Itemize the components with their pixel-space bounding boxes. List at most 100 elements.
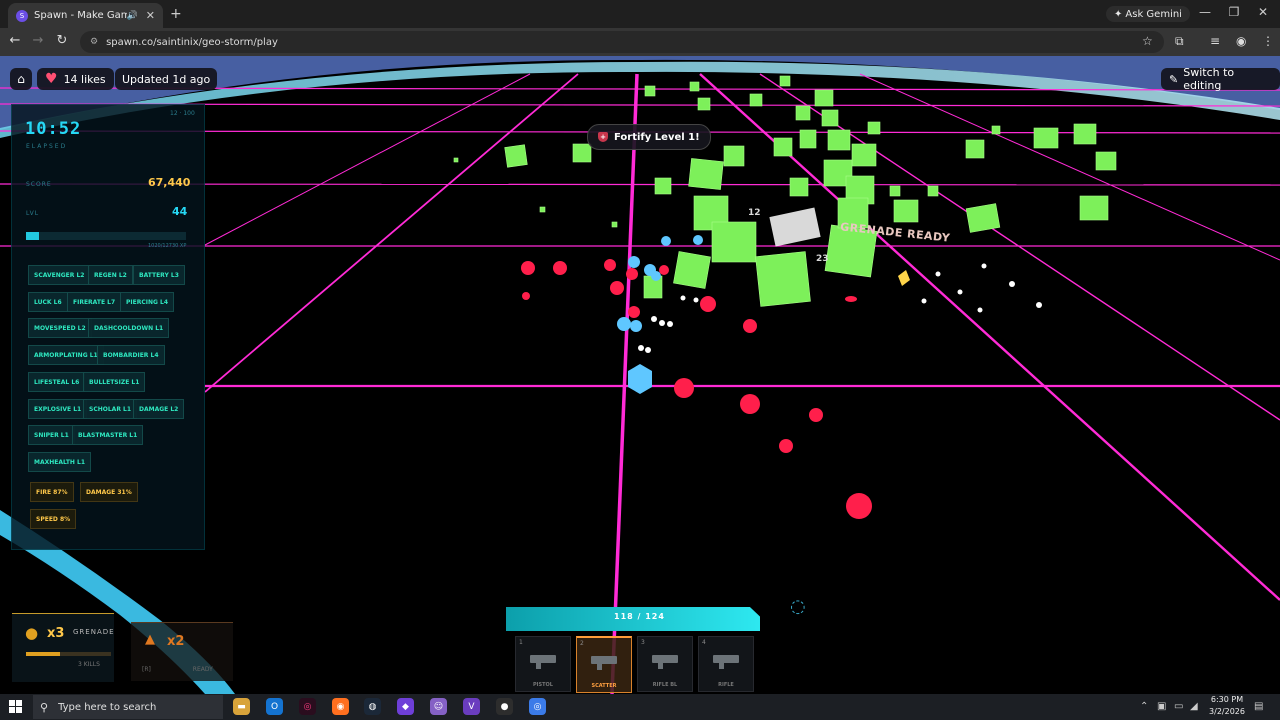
new-tab-icon[interactable]: +	[170, 6, 182, 22]
upgrade-chip: BATTERY L3	[133, 265, 185, 285]
browser-tab-active[interactable]: S Spawn - Make Games with 🔊 ✕	[8, 3, 163, 28]
tray-app-icon[interactable]: ▣	[1157, 701, 1166, 712]
file-explorer-icon[interactable]: ▬	[233, 698, 250, 715]
rifle-icon	[652, 655, 678, 669]
upgrade-chip: DASHCOOLDOWN L1	[88, 318, 170, 338]
level-value: 44	[172, 205, 188, 218]
heart-icon: ♥	[45, 71, 58, 87]
forward-arrow-icon[interactable]: →	[28, 33, 48, 48]
speaker-icon[interactable]: 🔊	[127, 11, 138, 21]
level-up-notification: + Fortify Level 1!	[587, 124, 711, 150]
minimize-window-icon[interactable]: —	[1190, 5, 1220, 19]
rifle-icon	[713, 655, 739, 669]
taskbar-clock-date[interactable]: 3/2/2026	[1205, 707, 1249, 716]
weapon-slot[interactable]: 3 RIFLE BL	[637, 636, 693, 692]
bonus-chip: SPEED 8%	[30, 509, 77, 529]
weapon-slot-number: 4	[702, 639, 706, 646]
back-arrow-icon[interactable]: ←	[5, 33, 25, 48]
enemy-swarm	[453, 75, 1117, 307]
elapsed-timer: 10:52	[25, 119, 82, 139]
bonus-chip: DAMAGE 31%	[80, 482, 138, 502]
notification-center-icon[interactable]: ▤	[1254, 701, 1263, 712]
app-icon-red[interactable]: ◎	[299, 698, 316, 715]
browser-tab-bar	[0, 0, 1280, 28]
likes-label: 14 likes	[63, 72, 106, 86]
weapon-name: RIFLE BL	[652, 682, 678, 688]
restore-window-icon[interactable]: ❐	[1219, 5, 1249, 19]
vs-code-purple-icon[interactable]: ◆	[397, 698, 414, 715]
discord-icon[interactable]: ☺	[430, 698, 447, 715]
score-label: SCORE	[26, 181, 52, 188]
player-ship	[628, 364, 652, 394]
pencil-icon: ✎	[1169, 72, 1179, 86]
upgrade-chip: REGEN L2	[88, 265, 133, 285]
profile-avatar-icon[interactable]: ◉	[1236, 34, 1246, 48]
steam-icon[interactable]: ◍	[364, 698, 381, 715]
tab-search-icon[interactable]: ⧉	[1175, 34, 1184, 49]
likes-button[interactable]: ♥ 14 likes	[37, 68, 114, 90]
level-label: LVL	[26, 210, 40, 217]
upgrade-chip: BULLETSIZE L1	[83, 372, 146, 392]
reload-cooldown-icon: ◌	[790, 596, 806, 617]
grenade-label: GRENADE	[73, 628, 115, 636]
address-bar[interactable]: ⚙ spawn.co/saintinix/geo-storm/play	[80, 31, 1164, 53]
ask-gemini-label: Ask Gemini	[1125, 8, 1182, 20]
weapon-name: SCATTER	[591, 683, 617, 689]
upgrade-chip: LUCK L6	[28, 292, 68, 312]
reload-icon[interactable]: ↻	[52, 33, 72, 48]
media-controls-icon[interactable]: ≡	[1210, 34, 1220, 48]
github-icon[interactable]: ●	[496, 698, 513, 715]
windows-start-icon[interactable]	[9, 700, 23, 714]
upgrade-chip: SNIPER L1	[28, 425, 75, 445]
damage-number: 12	[748, 208, 761, 218]
weapon-slot[interactable]: 1 PISTOL	[515, 636, 571, 692]
upgrade-chip: ARMORPLATING L1	[28, 345, 104, 365]
volume-icon[interactable]: ◢	[1190, 701, 1198, 712]
bookmark-star-icon[interactable]: ☆	[1142, 34, 1153, 48]
upgrade-chip: EXPLOSIVE L1	[28, 399, 88, 419]
flame-icon: ▲	[145, 632, 155, 647]
score-value: 67,440	[148, 176, 191, 189]
weapon-slot-number: 3	[641, 639, 645, 646]
shield-icon: +	[598, 132, 608, 142]
taskbar-search[interactable]: ⚲ Type here to search	[33, 695, 223, 719]
outlook-icon[interactable]: O	[266, 698, 283, 715]
close-window-icon[interactable]: ✕	[1248, 5, 1278, 19]
upgrade-chip: SCAVENGER L2	[28, 265, 91, 285]
grenade-charge-fill	[26, 652, 60, 656]
search-icon: ⚲	[40, 700, 49, 714]
weapon-slot-number: 2	[580, 640, 584, 647]
xp-bar-track	[26, 232, 186, 240]
ability-status: READY	[192, 666, 213, 673]
weapon-slot-active[interactable]: 2 SCATTER	[576, 636, 632, 693]
taskbar-clock-time[interactable]: 6:30 PM	[1207, 695, 1247, 704]
notification-text: Fortify Level 1!	[614, 131, 700, 143]
grenade-icon: ●	[25, 624, 39, 642]
upgrade-chip: MAXHEALTH L1	[28, 452, 92, 472]
firefox-icon[interactable]: ◉	[332, 698, 349, 715]
switch-to-editing-button[interactable]: ✎ Switch to editing	[1161, 66, 1280, 92]
home-button[interactable]: ⌂	[10, 68, 32, 90]
weapon-slot-number: 1	[519, 639, 523, 646]
updated-label: Updated 1d ago	[122, 72, 211, 86]
upgrade-chip: LIFESTEAL L6	[28, 372, 86, 392]
upgrade-chip: BLASTMASTER L1	[72, 425, 144, 445]
ability-key: [R]	[142, 666, 151, 673]
tray-chevron-icon[interactable]: ⌃	[1140, 701, 1148, 712]
ability-count: x2	[167, 634, 185, 649]
ask-gemini-button[interactable]: ✦ Ask Gemini	[1106, 6, 1190, 22]
site-info-icon[interactable]: ⚙	[90, 37, 98, 47]
search-placeholder: Type here to search	[58, 701, 157, 713]
visual-studio-icon[interactable]: V	[463, 698, 480, 715]
weapon-slot[interactable]: 4 RIFLE	[698, 636, 754, 692]
weapon-name: RIFLE	[718, 682, 734, 688]
menu-kebab-icon[interactable]: ⋮	[1262, 34, 1274, 48]
grenade-kills: 3 KILLS	[78, 661, 100, 668]
upgrade-chip: DAMAGE L2	[133, 399, 185, 419]
home-icon: ⌂	[17, 72, 25, 86]
chrome-icon[interactable]: ◎	[529, 698, 546, 715]
hit-flash	[769, 207, 821, 247]
close-tab-icon[interactable]: ✕	[146, 9, 155, 22]
network-icon[interactable]: ▭	[1174, 701, 1183, 712]
xp-bar-fill	[26, 232, 39, 240]
